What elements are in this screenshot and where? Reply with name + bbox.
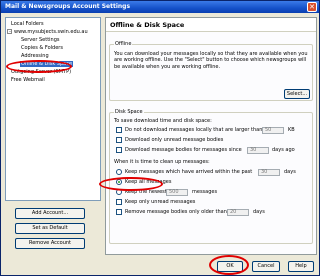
remove-bodies-checkbox[interactable]	[116, 208, 122, 215]
download-unread-checkbox[interactable]	[116, 136, 122, 143]
remove-bodies-days-label: days	[253, 209, 265, 215]
tree-item-addressing[interactable]: Addressing	[20, 53, 50, 60]
keep-unread-option[interactable]: Keep only unread messages	[116, 198, 195, 206]
keep-past-option[interactable]: Keep messages which have arrived within …	[116, 168, 252, 176]
tree-item-account[interactable]: – www.mysubjects.swin.edu.au	[7, 29, 89, 36]
select-button[interactable]: Select...	[284, 89, 310, 99]
keep-past-radio[interactable]	[116, 168, 122, 175]
ok-button[interactable]: OK	[217, 261, 243, 272]
dont-download-checkbox[interactable]	[116, 126, 122, 133]
dont-download-size-input[interactable]: 50	[262, 127, 284, 134]
remove-bodies-days-input[interactable]: 20	[227, 209, 249, 216]
collapse-icon[interactable]: –	[7, 29, 12, 34]
download-since-checkbox[interactable]	[116, 146, 122, 153]
keep-past-days-label: days	[284, 169, 296, 175]
add-account-button[interactable]: Add Account...	[15, 208, 85, 219]
tree-item-copies-folders[interactable]: Copies & Folders	[20, 45, 64, 52]
disk-space-group-label: Disk Space	[114, 109, 144, 116]
keep-newest-messages-label: messages	[192, 189, 218, 195]
offline-group: Offline You can download your messages l…	[109, 41, 313, 101]
account-tree: Local Folders – www.mysubjects.swin.edu.a…	[5, 17, 101, 201]
offline-description: You can download your messages locally s…	[114, 51, 308, 70]
kb-unit-label: KB	[288, 127, 295, 133]
keep-newest-radio[interactable]	[116, 188, 122, 195]
set-default-button[interactable]: Set as Default	[15, 223, 85, 234]
days-ago-label: days ago	[272, 147, 295, 153]
cancel-button[interactable]: Cancel	[252, 261, 280, 272]
offline-group-label: Offline	[114, 41, 133, 48]
tree-item-local-folders[interactable]: Local Folders	[10, 21, 45, 28]
download-unread-option[interactable]: Download only unread message bodies	[116, 136, 223, 144]
keep-newest-option[interactable]: Keep the newest	[116, 188, 167, 196]
cleanup-heading: When it is time to clean up messages:	[114, 159, 210, 165]
settings-page: Offline & Disk Space Offline You can dow…	[105, 17, 317, 255]
page-title: Offline & Disk Space	[106, 18, 316, 32]
keep-all-option[interactable]: Keep all messages	[116, 178, 171, 186]
help-button[interactable]: Help	[288, 261, 314, 272]
download-heading: To save download time and disk space:	[114, 118, 212, 124]
download-since-option[interactable]: Download message bodies for messages sin…	[116, 146, 242, 154]
disk-space-group: Disk Space To save download time and dis…	[109, 109, 313, 244]
account-settings-window: Mail & Newsgroups Account Settings ✕ Loc…	[0, 0, 320, 276]
remove-bodies-option[interactable]: Remove message bodies only older than	[116, 208, 227, 216]
tree-item-free-webmail[interactable]: Free Webmail	[10, 77, 46, 84]
title-bar: Mail & Newsgroups Account Settings ✕	[1, 1, 319, 13]
dont-download-option[interactable]: Do not download messages locally that ar…	[116, 126, 262, 134]
remove-account-button[interactable]: Remove Account	[15, 238, 85, 249]
download-since-days-input[interactable]: 30	[247, 147, 269, 154]
tree-item-offline-disk-space[interactable]: Offline & Disk Space	[20, 61, 74, 68]
window-title: Mail & Newsgroups Account Settings	[5, 3, 131, 10]
keep-unread-checkbox[interactable]	[116, 198, 122, 205]
close-icon[interactable]: ✕	[307, 2, 317, 12]
tree-item-outgoing-server[interactable]: Outgoing Server (SMTP)	[10, 69, 72, 76]
tree-item-server-settings[interactable]: Server Settings	[20, 37, 61, 44]
keep-newest-count-input[interactable]: 500	[166, 189, 188, 196]
keep-all-radio[interactable]	[116, 178, 122, 185]
keep-past-days-input[interactable]: 30	[258, 169, 280, 176]
